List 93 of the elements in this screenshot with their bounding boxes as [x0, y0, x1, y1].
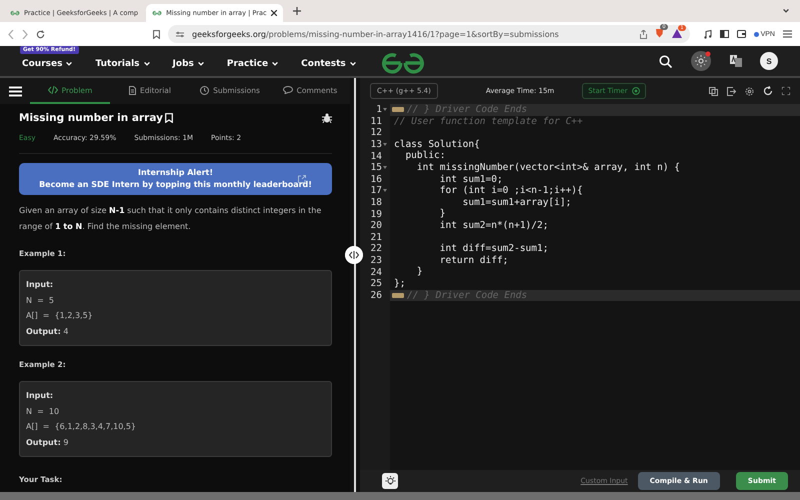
bug-icon[interactable]	[322, 113, 332, 123]
reset-icon[interactable]	[763, 86, 773, 96]
code-line: class Solution{	[394, 138, 480, 150]
menu-icon[interactable]	[783, 30, 792, 38]
sun-icon[interactable]	[690, 50, 712, 72]
code-comment: // User function template for C++	[394, 116, 583, 128]
code-line: }	[438, 208, 446, 220]
example-line: N = 5	[26, 294, 55, 306]
code-line: int sum2=n*(n+1)/2;	[438, 220, 548, 232]
bookmark-icon[interactable]	[153, 30, 160, 38]
sidebar-icon[interactable]	[720, 30, 729, 38]
nav-menu[interactable]: Jobs	[172, 59, 205, 69]
reload-icon[interactable]	[36, 30, 45, 38]
share-icon[interactable]	[640, 30, 647, 38]
chevron-down-icon	[348, 60, 357, 68]
line-number: 11	[370, 116, 382, 127]
code-line: return diff;	[438, 254, 508, 266]
chevron-down-icon	[271, 60, 280, 68]
copy-icon[interactable]	[709, 86, 718, 96]
fold-arrow-icon[interactable]	[383, 142, 387, 146]
document-icon	[129, 86, 136, 94]
problem-description: Given an array of size N-1 such that it only contains distinct integers in the range of 1 to N. Find the missing element.	[19, 205, 322, 233]
close-icon[interactable]	[270, 10, 277, 16]
fold-arrow-icon[interactable]	[383, 188, 387, 192]
code-line: public:	[404, 150, 446, 162]
line-number: 20	[370, 220, 382, 232]
settings-icon[interactable]	[745, 86, 754, 96]
translate-icon[interactable]	[730, 55, 742, 67]
example-line: A[] = {1,2,3,5}	[26, 310, 94, 322]
internship-banner[interactable]: Internship Alert! Become an SDE Intern by topping this monthly leaderboard!	[19, 163, 332, 195]
code-comment: // } Driver Code Ends	[407, 104, 528, 116]
example-output: Output: 9	[26, 436, 70, 449]
example-output: Output: 4	[26, 326, 70, 338]
line-number: 12	[370, 127, 382, 138]
line-number: 17	[370, 185, 382, 196]
problem-title: Missing number in array	[19, 112, 163, 124]
line-number: 26	[370, 290, 382, 301]
lion-shield-icon[interactable]	[654, 28, 664, 38]
example-line: N = 10	[26, 406, 60, 418]
site-icon	[10, 10, 20, 16]
site-icon	[152, 10, 162, 16]
code-line: for (int i=0 ;i<n-1;i++){	[438, 185, 583, 197]
new-tab-icon[interactable]	[292, 7, 301, 15]
fullscreen-icon[interactable]	[782, 87, 790, 95]
chevron-down-icon	[142, 60, 151, 68]
line-number: 24	[370, 266, 382, 278]
line-number: 15	[370, 162, 382, 174]
line-number: 1	[376, 104, 382, 116]
code-line: }	[416, 266, 423, 278]
line-number: 18	[370, 197, 382, 208]
record-icon	[632, 87, 640, 95]
code-icon	[48, 86, 58, 94]
code-line: int diff=sum2-sum1;	[438, 243, 548, 255]
triangle-icon[interactable]	[672, 28, 682, 38]
code-line: int missingNumber(vector<int>& array, int n) {	[416, 162, 680, 174]
example-label: Input:	[26, 279, 54, 291]
line-number: 13	[370, 139, 382, 150]
user-avatar[interactable]: S	[760, 52, 778, 70]
folded-code-marker[interactable]	[392, 292, 404, 298]
chevron-down-icon	[65, 60, 74, 68]
banner-title: Internship Alert!	[136, 167, 214, 179]
line-number: 16	[370, 174, 382, 185]
line-number: 14	[370, 150, 382, 162]
url-text: geeksforgeeks.org/problems/missing-number-in-array1416/1?page=1&sortBy=submissions	[192, 30, 560, 38]
nav-menu[interactable]: Practice	[226, 59, 280, 69]
banner-text: Become an SDE Intern by topping this monthly leaderboard!	[38, 179, 313, 191]
line-number: 21	[370, 232, 382, 243]
nav-menu[interactable]: Tutorials	[95, 59, 151, 69]
code-line: sum1=sum1+array[i];	[462, 196, 572, 208]
search-icon[interactable]	[659, 54, 672, 68]
nav-menu[interactable]: Contests	[301, 59, 357, 69]
line-number: 25	[370, 278, 382, 290]
wallet-icon[interactable]	[736, 30, 746, 38]
clock-icon	[200, 86, 210, 94]
code-comment: // } Driver Code Ends	[407, 290, 528, 302]
fold-arrow-icon[interactable]	[383, 166, 387, 169]
line-number: 23	[370, 255, 382, 266]
folded-code-marker[interactable]	[392, 107, 404, 112]
fold-arrow-icon[interactable]	[383, 108, 387, 111]
example-label: Input:	[26, 390, 54, 402]
line-number: 19	[370, 208, 382, 220]
nav-menu[interactable]: Courses	[22, 59, 74, 69]
music-note-icon[interactable]	[704, 30, 712, 38]
light-bulb-icon[interactable]	[384, 476, 396, 486]
speech-bubble-icon	[282, 86, 293, 94]
code-line: };	[394, 278, 406, 290]
line-number: 22	[370, 243, 382, 254]
import-icon[interactable]	[727, 86, 736, 96]
code-line: int sum1=0;	[438, 174, 503, 186]
sliders-icon[interactable]	[176, 30, 184, 38]
chevron-down-icon	[196, 60, 205, 68]
chevron-down-icon[interactable]	[782, 7, 790, 15]
example-line: A[] = {6,1,2,8,3,4,7,10,5}	[26, 421, 138, 433]
